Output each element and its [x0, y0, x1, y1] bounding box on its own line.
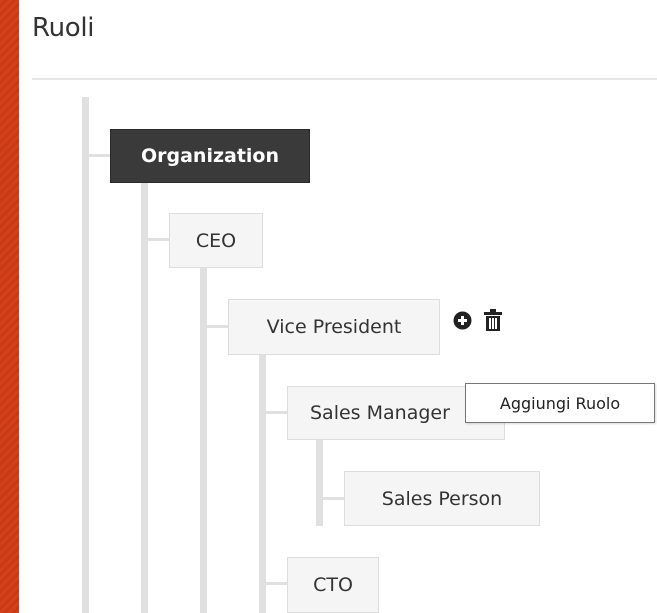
roles-panel: Ruoli Organization CEO Vice President Sa…: [19, 0, 657, 613]
tree-node-cto[interactable]: CTO: [287, 557, 379, 613]
connector-line: [323, 497, 344, 500]
connector-line: [141, 183, 148, 613]
tree-node-vice-president[interactable]: Vice President: [228, 299, 440, 355]
connector-line: [266, 582, 287, 585]
connector-line: [259, 355, 266, 613]
connector-line: [316, 440, 323, 526]
connector-line: [266, 411, 287, 414]
plus-circle-icon[interactable]: [453, 311, 472, 330]
tree-node-ceo[interactable]: CEO: [169, 213, 263, 268]
connector-line: [89, 154, 110, 157]
trash-icon[interactable]: [483, 309, 503, 331]
tree-node-sales-person[interactable]: Sales Person: [344, 471, 540, 526]
connector-line: [207, 325, 228, 328]
tree-node-organization[interactable]: Organization: [110, 129, 310, 183]
connector-line: [82, 97, 89, 613]
tooltip: Aggiungi Ruolo: [465, 383, 655, 423]
page-title: Ruoli: [32, 13, 95, 43]
connector-line: [148, 238, 169, 241]
connector-line: [200, 268, 207, 613]
title-divider: [32, 78, 657, 80]
